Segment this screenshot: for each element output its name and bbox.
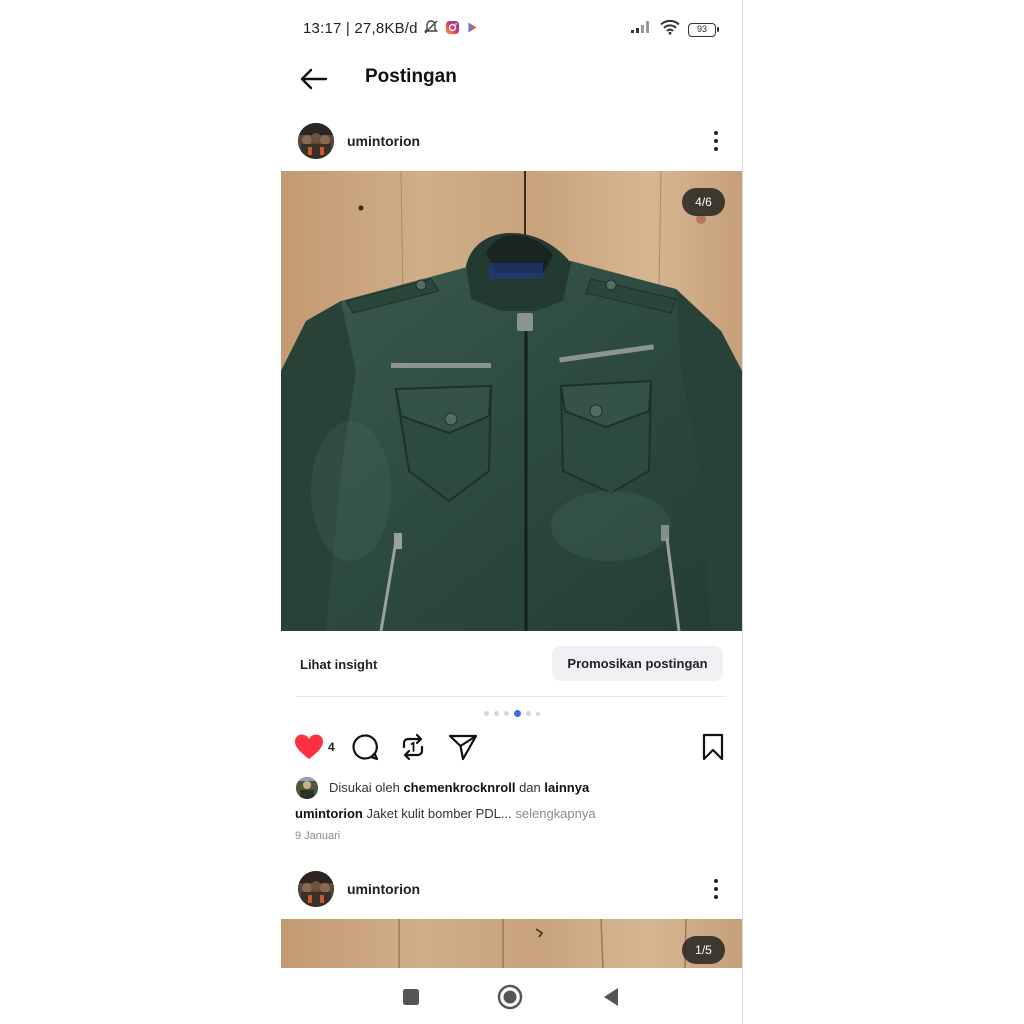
comment-bubble-icon	[352, 734, 379, 761]
post-username[interactable]: umintorion	[347, 881, 420, 897]
more-options-button[interactable]	[708, 129, 724, 153]
promote-post-button[interactable]: Promosikan postingan	[552, 646, 723, 681]
play-store-icon	[466, 21, 479, 39]
silent-bell-icon	[423, 19, 439, 40]
carousel-dot	[493, 711, 499, 716]
action-bar: 4	[281, 728, 742, 766]
liked-by-others[interactable]: lainnya	[544, 780, 589, 795]
instagram-app-icon	[445, 20, 460, 40]
left-margin	[0, 0, 281, 1024]
image-counter: 1/5	[682, 936, 725, 964]
liked-by-text: Disukai oleh chemenkrocknroll dan lainny…	[329, 780, 589, 795]
avatar[interactable]	[298, 871, 334, 907]
repost-button[interactable]	[396, 728, 430, 766]
carousel-dot	[525, 711, 531, 716]
system-nav-bar	[281, 968, 742, 1024]
status-bar: 13:17 | 27,8KB/d 93	[281, 0, 742, 56]
recent-apps-button[interactable]	[396, 982, 426, 1012]
heart-filled-icon	[295, 734, 323, 759]
view-insights-link[interactable]: Lihat insight	[300, 657, 377, 672]
system-icons: 93	[630, 19, 719, 40]
post-date: 9 Januari	[295, 830, 341, 842]
carousel-indicator	[281, 710, 742, 718]
back-button[interactable]	[297, 62, 331, 96]
post-image[interactable]: 1/5	[281, 919, 742, 968]
post-username[interactable]: umintorion	[347, 133, 420, 149]
home-icon	[497, 984, 523, 1010]
battery-icon: 93	[688, 22, 719, 37]
signal-icon	[630, 20, 652, 39]
liked-by-row[interactable]: Disukai oleh chemenkrocknroll dan lainny…	[296, 776, 726, 800]
send-icon	[448, 734, 478, 761]
post-caption: umintorion Jaket kulit bomber PDL... sel…	[295, 806, 727, 821]
liker-avatar	[296, 777, 318, 799]
post-image[interactable]: 4/6	[281, 171, 742, 631]
liked-by-prefix: Disukai oleh	[329, 780, 400, 795]
carousel-dot-active	[513, 710, 521, 717]
comment-button[interactable]	[348, 728, 382, 766]
app-header: Postingan	[281, 56, 742, 100]
post-header: umintorion	[281, 117, 742, 167]
wood-photo	[281, 919, 742, 968]
phone-screen: 13:17 | 27,8KB/d 93 Postingan umintorion…	[281, 0, 742, 1024]
caption-text: Jaket kulit bomber PDL...	[366, 806, 512, 821]
liked-by-user[interactable]: chemenkrocknroll	[403, 780, 515, 795]
avatar[interactable]	[298, 123, 334, 159]
carousel-dot	[483, 711, 489, 716]
liked-by-joiner: dan	[519, 780, 541, 795]
back-triangle-icon	[604, 988, 618, 1006]
wifi-icon	[660, 19, 680, 40]
caption-more-link[interactable]: selengkapnya	[515, 806, 595, 821]
notification-icons	[423, 19, 479, 40]
divider	[296, 696, 726, 697]
right-margin	[742, 0, 1024, 1024]
home-button[interactable]	[495, 982, 525, 1012]
repost-icon	[402, 733, 424, 761]
image-counter: 4/6	[682, 188, 725, 216]
arrow-left-icon	[300, 68, 328, 90]
caption-username[interactable]: umintorion	[295, 806, 363, 821]
jacket-photo	[281, 171, 742, 631]
share-button[interactable]	[446, 728, 480, 766]
status-time: 13:17 | 27,8KB/d	[303, 20, 418, 37]
post-header: umintorion	[281, 865, 742, 915]
recent-apps-icon	[403, 989, 419, 1005]
bookmark-icon	[702, 733, 724, 761]
like-button[interactable]	[292, 728, 326, 766]
nav-back-button[interactable]	[596, 982, 626, 1012]
carousel-dot	[503, 711, 509, 716]
save-button[interactable]	[696, 728, 730, 766]
insight-row: Lihat insight Promosikan postingan	[281, 646, 742, 682]
more-options-button[interactable]	[708, 877, 724, 901]
carousel-dot	[535, 712, 540, 716]
page-title: Postingan	[365, 66, 457, 87]
like-count: 4	[328, 740, 335, 754]
